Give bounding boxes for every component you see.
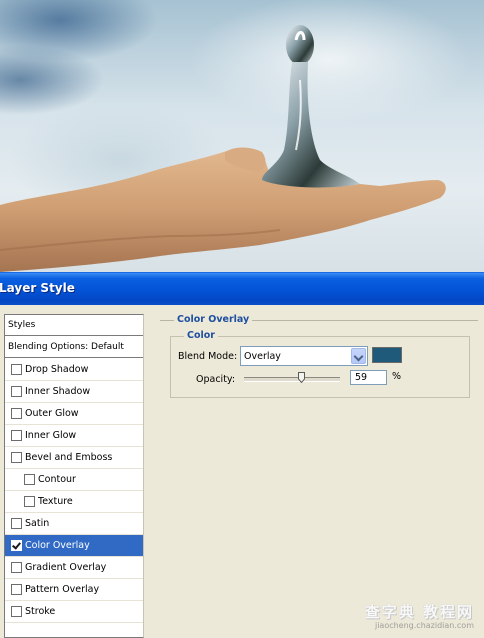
styles-list: Styles Blending Options: Default Drop Sh… [4,314,144,638]
checkbox[interactable] [11,518,22,529]
blending-options-item[interactable]: Blending Options: Default [5,337,143,358]
overlay-color-swatch[interactable] [372,347,402,363]
style-item-stroke[interactable]: Stroke [5,601,143,623]
checkbox[interactable] [11,452,22,463]
blend-mode-select[interactable]: Overlay [240,346,368,366]
photo-preview [0,0,484,272]
style-item-label: Outer Glow [25,408,79,419]
opacity-slider[interactable] [244,377,340,382]
style-item-texture[interactable]: Texture [5,491,143,513]
opacity-slider-thumb[interactable] [297,372,305,383]
style-item-label: Pattern Overlay [25,584,100,595]
section-title: Color Overlay [174,314,253,325]
color-group-title: Color [184,330,218,341]
dialog-title-bar[interactable]: Layer Style [0,272,484,305]
style-item-label: Color Overlay [25,540,90,551]
style-item-label: Satin [25,518,50,529]
blend-mode-value: Overlay [244,351,281,362]
style-item-color-overlay[interactable]: Color Overlay [5,535,143,557]
opacity-input[interactable]: 59 [350,370,387,385]
color-overlay-panel: Color Overlay Color Blend Mode: Overlay … [160,314,480,624]
style-item-drop-shadow[interactable]: Drop Shadow [5,359,143,381]
style-item-label: Contour [38,474,76,485]
checkbox[interactable] [11,430,22,441]
checkbox[interactable] [11,408,22,419]
style-item-contour[interactable]: Contour [5,469,143,491]
style-item-pattern-overlay[interactable]: Pattern Overlay [5,579,143,601]
blend-mode-label: Blend Mode: [178,351,238,362]
watermark: 查字典 教程网 jiaocheng.chazidian.com [346,601,474,631]
style-item-inner-glow[interactable]: Inner Glow [5,425,143,447]
watermark-line2: jiaocheng.chazidian.com [374,621,474,630]
dialog-title: Layer Style [0,281,75,295]
style-item-satin[interactable]: Satin [5,513,143,535]
checkbox[interactable] [11,540,22,551]
style-item-label: Inner Glow [25,430,77,441]
checkbox[interactable] [11,584,22,595]
checkbox[interactable] [11,364,22,375]
checkbox[interactable] [24,474,35,485]
style-item-bevel-and-emboss[interactable]: Bevel and Emboss [5,447,143,469]
opacity-unit: % [392,371,402,382]
watermark-line1: 查字典 教程网 [364,603,474,621]
chevron-down-icon[interactable] [351,348,366,364]
style-item-gradient-overlay[interactable]: Gradient Overlay [5,557,143,579]
styles-header[interactable]: Styles [5,315,143,336]
style-item-label: Drop Shadow [25,364,89,375]
checkbox[interactable] [11,606,22,617]
checkbox[interactable] [24,496,35,507]
style-item-label: Inner Shadow [25,386,91,397]
checkbox[interactable] [11,562,22,573]
hand-water-illustration [0,25,446,272]
style-item-inner-shadow[interactable]: Inner Shadow [5,381,143,403]
style-item-label: Bevel and Emboss [25,452,113,463]
layer-style-dialog: Styles Blending Options: Default Drop Sh… [0,305,484,638]
style-item-label: Gradient Overlay [25,562,107,573]
opacity-label: Opacity: [196,374,236,385]
style-item-label: Texture [38,496,73,507]
checkbox[interactable] [11,386,22,397]
style-item-label: Stroke [25,606,56,617]
style-item-outer-glow[interactable]: Outer Glow [5,403,143,425]
